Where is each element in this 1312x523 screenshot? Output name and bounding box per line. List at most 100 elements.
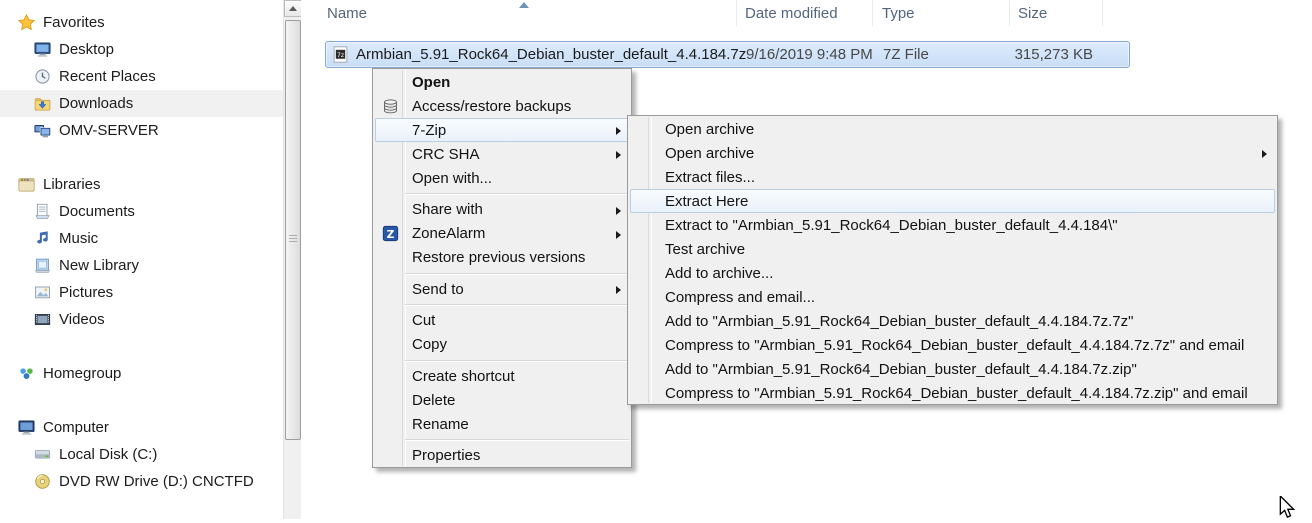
menu-item-test-archive[interactable]: Test archive (630, 237, 1275, 261)
sidebar-item-label: Favorites (43, 14, 105, 31)
menu-item-label: Open with... (404, 170, 492, 187)
sidebar-item-favorites[interactable]: Favorites (0, 9, 283, 36)
menu-item-extract-files[interactable]: Extract files... (630, 165, 1275, 189)
sidebar-item-recent-places[interactable]: Recent Places (0, 63, 283, 90)
menu-item-add-to-armbian-5-91-rock64-debian-buster-d[interactable]: Add to "Armbian_5.91_Rock64_Debian_buste… (630, 309, 1275, 333)
sidebar-item-omv-server[interactable]: OMV-SERVER (0, 117, 283, 144)
documents-icon (34, 203, 51, 220)
menu-item-label: Create shortcut (404, 368, 515, 385)
menu-item-label: Compress to "Armbian_5.91_Rock64_Debian_… (653, 385, 1248, 402)
menu-item-7-zip[interactable]: 7-Zip (375, 118, 629, 142)
sidebar-item-label: Libraries (43, 176, 101, 193)
dvd-drive-icon (34, 473, 51, 490)
menu-item-label: Compress to "Armbian_5.91_Rock64_Debian_… (653, 337, 1244, 354)
sidebar-scrollbar[interactable] (283, 0, 301, 519)
menu-item-rename[interactable]: Rename (375, 412, 629, 436)
pictures-icon (34, 284, 51, 301)
menu-item-label: Copy (404, 336, 447, 353)
menu-item-label: Add to archive... (653, 265, 773, 282)
menu-item-add-to-armbian-5-91-rock64-debian-buster-d[interactable]: Add to "Armbian_5.91_Rock64_Debian_buste… (630, 357, 1275, 381)
svg-text:Z: Z (386, 228, 394, 241)
submenu-arrow-icon (616, 151, 621, 159)
file-name-label: Armbian_5.91_Rock64_Debian_buster_defaul… (356, 46, 746, 63)
column-header-label: Date modified (745, 5, 838, 22)
menu-item-extract-to-armbian-5-91-rock64-debian-bust[interactable]: Extract to "Armbian_5.91_Rock64_Debian_b… (630, 213, 1275, 237)
menu-item-label: Properties (404, 447, 480, 464)
menu-item-open-with[interactable]: Open with... (375, 166, 629, 190)
menu-item-extract-here[interactable]: Extract Here (630, 189, 1275, 213)
menu-item-access-restore-backups[interactable]: Access/restore backups (375, 94, 629, 118)
sidebar-item-downloads[interactable]: Downloads (0, 90, 283, 117)
sidebar-item-videos[interactable]: Videos (0, 306, 283, 333)
sidebar-item-new-library[interactable]: New Library (0, 252, 283, 279)
file-name-cell: 7z Armbian_5.91_Rock64_Debian_buster_def… (332, 42, 746, 67)
menu-item-add-to-archive[interactable]: Add to archive... (630, 261, 1275, 285)
menu-item-open[interactable]: Open (375, 70, 629, 94)
sidebar-item-label: DVD RW Drive (D:) CNCTFD (59, 473, 254, 490)
file-row-selected[interactable]: 7z Armbian_5.91_Rock64_Debian_buster_def… (325, 41, 1130, 68)
column-header-size[interactable]: Size (1010, 0, 1103, 26)
sidebar-item-pictures[interactable]: Pictures (0, 279, 283, 306)
menu-item-properties[interactable]: Properties (375, 444, 629, 468)
menu-item-label: Open archive (653, 121, 754, 138)
menu-item-send-to[interactable]: Send to (375, 277, 629, 301)
menu-item-label: Extract files... (653, 169, 755, 186)
homegroup-icon (18, 365, 35, 382)
sidebar-item-documents[interactable]: Documents (0, 198, 283, 225)
menu-item-label: Send to (404, 281, 464, 298)
menu-item-share-with[interactable]: Share with (375, 198, 629, 222)
local-disk-icon (34, 446, 51, 463)
column-header-type[interactable]: Type (873, 0, 1010, 26)
sidebar-item-label: Local Disk (C:) (59, 446, 157, 463)
menu-separator (373, 190, 631, 198)
menu-item-label: 7-Zip (404, 122, 446, 139)
menu-item-delete[interactable]: Delete (375, 388, 629, 412)
menu-item-compress-and-email[interactable]: Compress and email... (630, 285, 1275, 309)
scroll-up-arrow-icon (289, 6, 297, 11)
context-menu: Open Access/restore backups 7-Zip CRC SHA Op… (372, 68, 632, 468)
scrollbar-thumb[interactable] (285, 20, 301, 440)
column-headers: Name Date modified Type Size (301, 0, 1312, 33)
sidebar-item-desktop[interactable]: Desktop (0, 36, 283, 63)
menu-item-copy[interactable]: Copy (375, 333, 629, 357)
desktop-icon (34, 41, 51, 58)
menu-item-label: ZoneAlarm (404, 225, 485, 242)
sidebar-item-dvd-rw-drive-d-cnctfd[interactable]: DVD RW Drive (D:) CNCTFD (0, 468, 283, 495)
menu-item-crc-sha[interactable]: CRC SHA (375, 142, 629, 166)
sidebar-item-label: OMV-SERVER (59, 122, 159, 139)
recent-places-icon (34, 68, 51, 85)
scrollbar-up-button[interactable] (284, 0, 302, 17)
favorites-star-icon (18, 14, 35, 31)
menu-item-compress-to-armbian-5-91-rock64-debian-bus[interactable]: Compress to "Armbian_5.91_Rock64_Debian_… (630, 333, 1275, 357)
sidebar-item-label: Computer (43, 419, 109, 436)
column-header-label: Type (882, 5, 915, 22)
menu-item-create-shortcut[interactable]: Create shortcut (375, 364, 629, 388)
videos-icon (34, 311, 51, 328)
music-icon (34, 230, 51, 247)
computer-icon (18, 419, 35, 436)
menu-item-compress-to-armbian-5-91-rock64-debian-bus[interactable]: Compress to "Armbian_5.91_Rock64_Debian_… (630, 381, 1275, 405)
menu-separator (373, 270, 631, 278)
submenu-arrow-icon (616, 127, 621, 135)
menu-separator (373, 357, 631, 365)
sidebar-item-label: Homegroup (43, 365, 121, 382)
menu-item-zonealarm[interactable]: Z ZoneAlarm (375, 222, 629, 246)
menu-item-open-archive[interactable]: Open archive (630, 141, 1275, 165)
sidebar-item-local-disk-c[interactable]: Local Disk (C:) (0, 441, 283, 468)
menu-item-label: Rename (404, 416, 469, 433)
file-date-modified: 9/16/2019 9:48 PM (746, 42, 873, 67)
menu-item-cut[interactable]: Cut (375, 309, 629, 333)
sidebar-item-computer[interactable]: Computer (0, 414, 283, 441)
sidebar-item-homegroup[interactable]: Homegroup (0, 360, 283, 387)
sidebar-item-music[interactable]: Music (0, 225, 283, 252)
menu-item-label: Access/restore backups (404, 98, 571, 115)
7zip-submenu: Open archive Open archive Extract files...… (627, 115, 1278, 405)
menu-item-label: Delete (404, 392, 455, 409)
sidebar-item-libraries[interactable]: Libraries (0, 171, 283, 198)
sort-ascending-icon[interactable] (519, 2, 529, 8)
menu-item-open-archive[interactable]: Open archive (630, 117, 1275, 141)
menu-item-restore-previous-versions[interactable]: Restore previous versions (375, 246, 629, 270)
file-size: 315,273 KB (1015, 42, 1093, 67)
file-type: 7Z File (883, 42, 929, 67)
column-header-date-modified[interactable]: Date modified (737, 0, 873, 26)
